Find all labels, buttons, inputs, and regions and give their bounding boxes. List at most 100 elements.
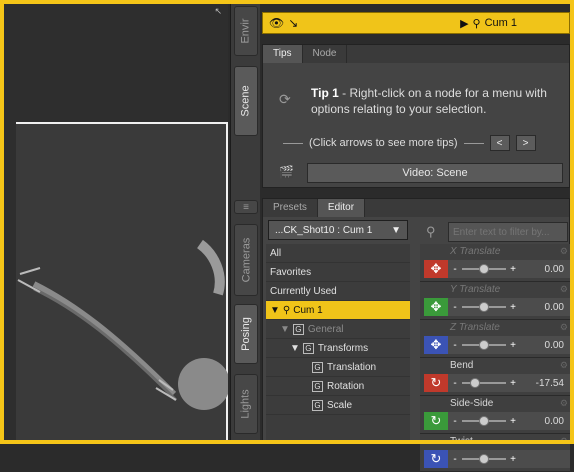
tab-node[interactable]: Node: [303, 45, 348, 63]
increment-button[interactable]: +: [506, 302, 520, 313]
increment-button[interactable]: +: [506, 416, 520, 427]
prev-tip-button[interactable]: <: [489, 135, 510, 151]
slider-track[interactable]: [462, 340, 506, 350]
divider: [463, 142, 484, 144]
property-value[interactable]: -17.54: [536, 378, 564, 389]
decrement-button[interactable]: -: [448, 340, 462, 351]
group-icon: G: [292, 323, 304, 335]
top-bar-node-label: Cum 1: [484, 17, 517, 29]
property-value[interactable]: 0.00: [545, 340, 564, 351]
property-name: Bend: [450, 360, 474, 371]
filter-input[interactable]: [448, 222, 568, 242]
tab-environment[interactable]: Envir: [234, 6, 258, 56]
property-slider[interactable]: ✥ - +0.00: [424, 336, 570, 354]
slider-knob[interactable]: [479, 416, 489, 426]
group-icon: G: [302, 342, 314, 354]
tab-presets[interactable]: Presets: [263, 199, 318, 217]
property-group-tree: All Favorites Currently Used ▼ ⚲ Cum 1 ▼ G G…: [266, 244, 410, 444]
gear-icon[interactable]: ⚙: [560, 436, 568, 447]
3d-viewport[interactable]: ↖: [4, 4, 228, 440]
property-slider[interactable]: ✥ - +0.00: [424, 298, 570, 316]
decrement-button[interactable]: -: [448, 302, 462, 313]
scene-node-bar[interactable]: 👁 ↘ ▶ ⚲ Cum 1: [262, 12, 570, 34]
gear-icon[interactable]: ⚙: [560, 246, 568, 257]
tree-item-currently-used[interactable]: Currently Used: [266, 282, 410, 301]
tip-title: Tip 1: [311, 86, 339, 100]
property-z-translate[interactable]: Z Translate ⚙ ✥ - +0.00: [420, 320, 570, 358]
property-slider[interactable]: ✥ - +0.00: [424, 260, 570, 278]
decrement-button[interactable]: -: [448, 416, 462, 427]
transform-icon: ↻: [424, 412, 448, 430]
tree-item-scale[interactable]: G Scale: [266, 396, 410, 415]
slider-track[interactable]: [462, 378, 506, 388]
property-value[interactable]: 0.00: [545, 264, 564, 275]
property-twist[interactable]: Twist ⚙ ↻ - +: [420, 434, 570, 472]
tree-item-all[interactable]: All: [266, 244, 410, 263]
decrement-button[interactable]: -: [448, 264, 462, 275]
gear-icon[interactable]: ⚙: [560, 284, 568, 295]
tab-cameras[interactable]: Cameras: [234, 224, 258, 296]
slider-knob[interactable]: [470, 378, 481, 388]
tab-scene[interactable]: Scene: [234, 66, 258, 136]
gear-icon[interactable]: ⚙: [560, 398, 568, 409]
slider-knob[interactable]: [479, 264, 489, 274]
next-tip-button[interactable]: >: [515, 135, 536, 151]
tree-item-rotation[interactable]: G Rotation: [266, 377, 410, 396]
gear-icon[interactable]: ⚙: [560, 360, 568, 371]
increment-button[interactable]: +: [506, 340, 520, 351]
tab-posing[interactable]: Posing: [234, 304, 258, 364]
expand-arrow-icon[interactable]: ▼: [290, 343, 300, 354]
property-value[interactable]: 0.00: [545, 302, 564, 313]
tab-environment-label: Envir: [240, 18, 252, 44]
tree-item-favorites[interactable]: Favorites: [266, 263, 410, 282]
slider-track[interactable]: [462, 302, 506, 312]
property-slider[interactable]: ↻ - +0.00: [424, 412, 570, 430]
increment-button[interactable]: +: [506, 454, 520, 465]
group-icon: G: [312, 361, 323, 373]
slider-track[interactable]: [462, 454, 506, 464]
tab-tips[interactable]: Tips: [263, 45, 303, 63]
menu-lines-icon[interactable]: ≡: [234, 200, 258, 214]
transform-icon: ✥: [424, 336, 448, 354]
increment-button[interactable]: +: [506, 378, 520, 389]
bone-icon: ⚲: [282, 304, 291, 316]
property-slider[interactable]: ↻ - + -17.54: [424, 374, 570, 392]
tree-item-label: All: [270, 247, 282, 259]
property-name: Side-Side: [450, 398, 494, 409]
property-side-side[interactable]: Side-Side ⚙ ↻ - +0.00: [420, 396, 570, 434]
tree-item-general[interactable]: ▼ G General: [266, 320, 410, 339]
property-name: Z Translate: [450, 322, 500, 333]
property-name: Y Translate: [450, 284, 501, 295]
tree-item-transforms[interactable]: ▼ G Transforms: [266, 339, 410, 358]
gear-icon[interactable]: ⚙: [560, 322, 568, 333]
property-bend[interactable]: Bend ⚙ ↻ - + -17.54: [420, 358, 570, 396]
eye-icon[interactable]: 👁: [269, 16, 284, 30]
cursor-icon[interactable]: ↘: [288, 16, 298, 30]
slider-track[interactable]: [462, 264, 506, 274]
tab-lights[interactable]: Lights: [234, 374, 258, 434]
tree-item-translation[interactable]: G Translation: [266, 358, 410, 377]
property-x-translate[interactable]: X Translate ⚙ ✥ - +0.00: [420, 244, 570, 282]
property-name: X Translate: [450, 246, 501, 257]
property-name: Twist: [450, 436, 473, 447]
tip-body: - Right-click on a node for a menu with …: [311, 86, 547, 116]
tree-item-label: General: [307, 323, 344, 335]
tab-lights-label: Lights: [240, 389, 253, 419]
slider-knob[interactable]: [479, 302, 489, 312]
decrement-button[interactable]: -: [448, 378, 462, 389]
slider-knob[interactable]: [479, 454, 489, 464]
property-value[interactable]: 0.00: [545, 416, 564, 427]
property-y-translate[interactable]: Y Translate ⚙ ✥ - +0.00: [420, 282, 570, 320]
expand-arrow-icon[interactable]: ▼: [280, 324, 290, 335]
increment-button[interactable]: +: [506, 264, 520, 275]
slider-track[interactable]: [462, 416, 506, 426]
slider-knob[interactable]: [479, 340, 489, 350]
node-select-dropdown[interactable]: ...CK_Shot10 : Cum 1 ▼: [268, 220, 408, 240]
tab-editor[interactable]: Editor: [317, 199, 366, 217]
filter-box: ⚲: [420, 222, 568, 242]
video-scene-button[interactable]: Video: Scene: [307, 163, 563, 183]
tree-item-node[interactable]: ▼ ⚲ Cum 1: [266, 301, 410, 320]
decrement-button[interactable]: -: [448, 454, 462, 465]
property-slider[interactable]: ↻ - +: [424, 450, 570, 468]
expand-arrow-icon[interactable]: ▼: [270, 305, 280, 316]
